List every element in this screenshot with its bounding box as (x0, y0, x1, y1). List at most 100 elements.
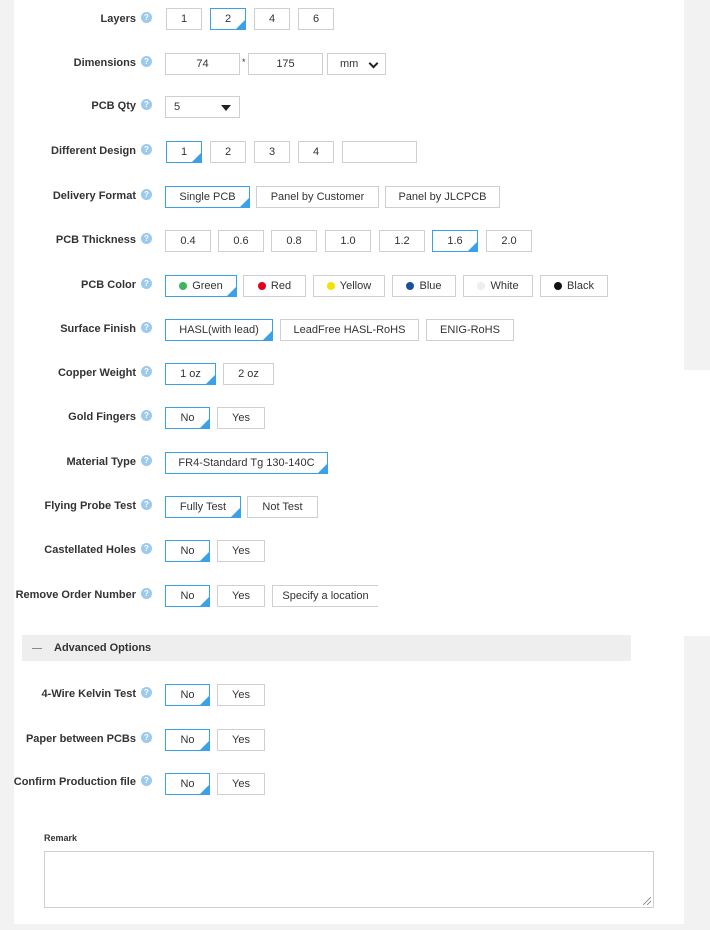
remove-order-no[interactable]: No (165, 585, 210, 607)
thickness-option-0-8[interactable]: 0.8 (271, 230, 317, 252)
color-option-white[interactable]: White (463, 275, 533, 297)
help-icon[interactable]: ? (141, 454, 152, 466)
copper-weight-label: Copper Weight? (0, 362, 152, 384)
delivery-panel-jlcpcb[interactable]: Panel by JLCPCB (385, 186, 500, 208)
thickness-option-2-0[interactable]: 2.0 (486, 230, 532, 252)
remark-label: Remark (44, 833, 78, 843)
layers-option-6[interactable]: 6 (298, 8, 334, 30)
resize-handle-icon[interactable] (643, 897, 651, 905)
help-icon[interactable]: ? (141, 11, 152, 23)
layers-option-1[interactable]: 1 (166, 8, 202, 30)
help-icon[interactable]: ? (141, 321, 152, 333)
remove-order-specify[interactable]: Specify a location (272, 585, 378, 607)
layers-option-4[interactable]: 4 (254, 8, 290, 30)
pcb-qty-label: PCB Qty? (0, 95, 152, 117)
help-icon[interactable]: ? (141, 232, 152, 244)
color-swatch-blue (406, 282, 415, 290)
remove-order-yes[interactable]: Yes (217, 585, 265, 607)
help-icon[interactable]: ? (141, 542, 152, 554)
chevron-down-icon (368, 58, 379, 69)
confirm-file-no[interactable]: No (165, 773, 210, 795)
kelvin-test-label: 4-Wire Kelvin Test? (0, 683, 152, 705)
help-icon[interactable]: ? (141, 188, 152, 200)
help-icon[interactable]: ? (141, 686, 152, 698)
delivery-panel-customer[interactable]: Panel by Customer (256, 186, 379, 208)
finish-enig[interactable]: ENIG-RoHS (426, 319, 514, 341)
thickness-option-1-2[interactable]: 1.2 (379, 230, 425, 252)
help-icon[interactable]: ? (141, 55, 152, 67)
help-icon[interactable]: ? (141, 774, 152, 786)
paper-yes[interactable]: Yes (217, 729, 265, 751)
probe-fully-test[interactable]: Fully Test (165, 496, 241, 518)
color-swatch-white (477, 282, 486, 290)
collapse-icon[interactable] (32, 647, 42, 649)
surface-finish-label: Surface Finish? (0, 318, 152, 340)
copper-1oz[interactable]: 1 oz (165, 363, 216, 385)
pcb-color-label: PCB Color? (0, 274, 152, 296)
delivery-single-pcb[interactable]: Single PCB (165, 186, 250, 208)
layers-option-2[interactable]: 2 (210, 8, 246, 30)
paper-no[interactable]: No (165, 729, 210, 751)
castellated-yes[interactable]: Yes (217, 540, 265, 562)
help-icon[interactable]: ? (141, 277, 152, 289)
gold-fingers-no[interactable]: No (165, 407, 210, 429)
advanced-options-toggle[interactable]: Advanced Options (22, 635, 631, 661)
help-icon[interactable]: ? (141, 731, 152, 743)
color-option-blue[interactable]: Blue (392, 275, 456, 297)
pcb-qty-value: 5 (174, 101, 181, 113)
design-option-3[interactable]: 3 (254, 141, 290, 163)
gold-fingers-label: Gold Fingers? (0, 406, 152, 428)
color-swatch-black (554, 282, 563, 290)
finish-leadfree-hasl[interactable]: LeadFree HASL-RoHS (280, 319, 419, 341)
castellated-label: Castellated Holes? (0, 539, 152, 561)
paper-between-label: Paper between PCBs? (0, 728, 152, 750)
dimension-unit-value: mm (340, 58, 359, 70)
caret-down-icon (221, 105, 231, 111)
pcb-thickness-label: PCB Thickness? (0, 229, 152, 251)
material-type-label: Material Type? (0, 451, 152, 473)
kelvin-yes[interactable]: Yes (217, 684, 265, 706)
gold-fingers-yes[interactable]: Yes (217, 407, 265, 429)
help-icon[interactable]: ? (141, 98, 152, 110)
copper-2oz[interactable]: 2 oz (223, 363, 274, 385)
castellated-no[interactable]: No (165, 540, 210, 562)
material-fr4[interactable]: FR4-Standard Tg 130-140C (165, 452, 328, 474)
thickness-option-1-6[interactable]: 1.6 (432, 230, 478, 252)
confirm-file-yes[interactable]: Yes (217, 773, 265, 795)
design-option-2[interactable]: 2 (210, 141, 246, 163)
dimension-unit-select[interactable]: mm (327, 53, 386, 75)
probe-not-test[interactable]: Not Test (247, 496, 318, 518)
thickness-option-0-6[interactable]: 0.6 (218, 230, 264, 252)
design-option-1[interactable]: 1 (166, 141, 202, 163)
thickness-option-0-4[interactable]: 0.4 (165, 230, 211, 252)
kelvin-no[interactable]: No (165, 684, 210, 706)
design-custom-input[interactable] (342, 141, 417, 163)
dimension-separator: * (242, 57, 246, 67)
color-option-black[interactable]: Black (540, 275, 608, 297)
pcb-qty-select[interactable]: 5 (165, 96, 240, 118)
color-swatch-yellow (326, 282, 335, 290)
dimension-height-input[interactable]: 175 (248, 53, 323, 75)
color-swatch-green (179, 282, 188, 290)
help-icon[interactable]: ? (141, 587, 152, 599)
help-icon[interactable]: ? (141, 409, 152, 421)
remark-textarea[interactable] (44, 851, 654, 908)
different-design-label: Different Design? (0, 140, 152, 162)
dimension-width-input[interactable]: 74 (165, 53, 240, 75)
help-icon[interactable]: ? (141, 365, 152, 377)
finish-hasl-lead[interactable]: HASL(with lead) (165, 319, 273, 341)
help-icon[interactable]: ? (141, 143, 152, 155)
color-swatch-red (257, 282, 266, 290)
color-option-green[interactable]: Green (165, 275, 237, 297)
dimensions-label: Dimensions? (0, 52, 152, 74)
advanced-options-title: Advanced Options (54, 642, 152, 654)
flying-probe-label: Flying Probe Test? (0, 495, 152, 517)
confirm-file-label: Confirm Production file? (0, 771, 152, 793)
thickness-option-1-0[interactable]: 1.0 (325, 230, 371, 252)
color-option-red[interactable]: Red (243, 275, 306, 297)
color-option-yellow[interactable]: Yellow (313, 275, 385, 297)
layers-label: Layers? (0, 8, 152, 30)
help-icon[interactable]: ? (141, 498, 152, 510)
remove-order-label: Remove Order Number? (0, 584, 152, 606)
design-option-4[interactable]: 4 (298, 141, 334, 163)
